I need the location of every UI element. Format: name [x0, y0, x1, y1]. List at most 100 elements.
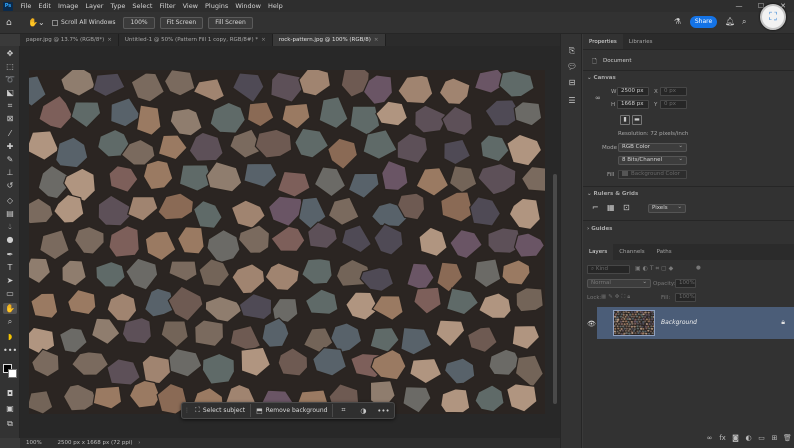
- marquee-tool-icon[interactable]: ⬚: [3, 61, 17, 72]
- menu-help[interactable]: Help: [264, 2, 286, 10]
- blend-mode-dropdown[interactable]: Normal: [587, 279, 651, 288]
- path-selection-icon[interactable]: ➤: [3, 275, 17, 286]
- rulers-grids-section-header[interactable]: ⌄ Rulers & Grids: [587, 191, 638, 197]
- vertical-scrollbar[interactable]: [553, 174, 557, 404]
- layer-name[interactable]: Background: [661, 319, 697, 326]
- brush-tool-icon[interactable]: ✎: [3, 154, 17, 165]
- eyedropper-tool-icon[interactable]: ⁄: [3, 128, 17, 139]
- x-field[interactable]: 0 px: [660, 87, 687, 96]
- adjustments-panel-icon[interactable]: ☰: [566, 96, 578, 106]
- visibility-eye-icon[interactable]: 👁︎: [587, 320, 596, 328]
- tab-channels[interactable]: Channels: [613, 244, 650, 260]
- lock-icons[interactable]: ▦✎✥⛶🔒︎: [601, 294, 632, 301]
- rectangle-tool-icon[interactable]: ▭: [3, 288, 17, 299]
- brush-panel-icon[interactable]: ⊟: [566, 78, 578, 88]
- zoom-percentage-button[interactable]: 100%: [123, 16, 155, 29]
- mode-dropdown[interactable]: RGB Color: [618, 143, 687, 152]
- flask-icon[interactable]: ⚗: [674, 17, 681, 27]
- tab-rock-pattern[interactable]: rock-pattern.jpg @ 100% (RGB/8) ×: [272, 34, 386, 46]
- layer-row-background[interactable]: Background 🔒︎: [597, 307, 794, 339]
- lock-icon[interactable]: 🔒︎: [781, 318, 785, 327]
- landscape-orientation-icon[interactable]: ▬: [632, 115, 642, 125]
- minimize-button[interactable]: —: [728, 0, 750, 12]
- pen-tool-icon[interactable]: ✒: [3, 249, 17, 260]
- blur-tool-icon[interactable]: 💧︎: [3, 221, 17, 232]
- menu-filter[interactable]: Filter: [156, 2, 179, 10]
- search-icon[interactable]: ⌕: [742, 17, 746, 27]
- tab-untitled[interactable]: Untitled-1 @ 50% (Pattern Fill 1 copy, R…: [119, 34, 273, 46]
- share-button[interactable]: Share: [690, 16, 717, 28]
- layer-kind-filter[interactable]: ⌕ Kind: [587, 265, 630, 274]
- menu-edit[interactable]: Edit: [35, 2, 55, 10]
- quick-mask-icon[interactable]: ◘: [3, 388, 17, 399]
- healing-brush-icon[interactable]: ✚: [3, 141, 17, 152]
- hand-tool-icon[interactable]: ✋⌄: [28, 18, 46, 27]
- filter-toggle-icon[interactable]: ●: [696, 265, 701, 271]
- gradient-tool-icon[interactable]: ▤: [3, 208, 17, 219]
- units-dropdown[interactable]: Pixels: [648, 204, 686, 213]
- canvas-area[interactable]: [20, 46, 560, 438]
- history-brush-icon[interactable]: ↺: [3, 180, 17, 191]
- bell-icon[interactable]: 🔔︎: [725, 17, 735, 27]
- history-panel-icon[interactable]: ⎘: [566, 46, 578, 56]
- edit-toolbar-icon[interactable]: ◗: [3, 331, 17, 342]
- crop-tool-icon[interactable]: ⌗: [3, 100, 17, 111]
- close-tab-icon[interactable]: ×: [107, 37, 112, 43]
- grid-icon[interactable]: ▦: [607, 203, 615, 212]
- y-field[interactable]: 0 px: [660, 100, 687, 109]
- opacity-field[interactable]: 100%: [675, 279, 696, 288]
- close-tab-icon[interactable]: ×: [374, 37, 379, 43]
- fit-screen-button[interactable]: Fit Screen: [159, 16, 204, 29]
- menu-plugins[interactable]: Plugins: [202, 2, 232, 10]
- more-tools-icon[interactable]: •••: [3, 345, 17, 356]
- adjustment-layer-icon[interactable]: ◐: [742, 434, 755, 446]
- delete-layer-icon[interactable]: 🗑︎: [781, 434, 794, 446]
- fx-icon[interactable]: fx: [716, 434, 729, 446]
- link-layers-icon[interactable]: ∞: [703, 434, 716, 446]
- adjustment-icon[interactable]: ◑: [353, 407, 373, 415]
- portrait-orientation-icon[interactable]: ▮: [620, 115, 630, 125]
- close-tab-icon[interactable]: ×: [261, 37, 266, 43]
- artboard-icon[interactable]: ⧉: [3, 418, 17, 429]
- lasso-tool-icon[interactable]: ➰: [3, 74, 17, 85]
- menu-type[interactable]: Type: [107, 2, 129, 10]
- height-field[interactable]: 1668 px: [617, 100, 649, 109]
- guides-section-header[interactable]: › Guides: [587, 226, 612, 232]
- profile-avatar-icon[interactable]: ⛶: [760, 4, 786, 30]
- zoom-tool-icon[interactable]: ⌕: [3, 316, 17, 327]
- tab-paper[interactable]: paper.jpg @ 13.7% (RGB/8*) ×: [20, 34, 119, 46]
- fill-opacity-field[interactable]: 100%: [675, 293, 696, 302]
- zoom-level[interactable]: 100%: [26, 440, 42, 446]
- clone-stamp-icon[interactable]: ⊥: [3, 167, 17, 178]
- scroll-all-windows-checkbox[interactable]: Scroll All Windows: [52, 19, 115, 26]
- menu-image[interactable]: Image: [54, 2, 81, 10]
- move-tool-icon[interactable]: ✥: [3, 48, 17, 59]
- crop-icon[interactable]: ⌗: [333, 406, 353, 415]
- new-group-icon[interactable]: ▭: [755, 434, 768, 446]
- guides-icon[interactable]: ⊡: [623, 203, 630, 212]
- new-layer-icon[interactable]: ⊞: [768, 434, 781, 446]
- select-subject-button[interactable]: ⛶ Select subject: [190, 404, 252, 417]
- frame-tool-icon[interactable]: ⊠: [3, 113, 17, 124]
- object-selection-icon[interactable]: ⬕: [3, 87, 17, 98]
- status-arrow-icon[interactable]: ›: [138, 440, 140, 446]
- tab-libraries[interactable]: Libraries: [623, 34, 659, 49]
- layer-filter-icons[interactable]: ▣◐T⌗▢◆: [635, 265, 675, 273]
- menu-view[interactable]: View: [179, 2, 201, 10]
- canvas-section-header[interactable]: ⌄ Canvas: [587, 75, 616, 81]
- more-options-button[interactable]: •••: [373, 407, 393, 415]
- link-icon[interactable]: ∞: [595, 94, 601, 102]
- eraser-tool-icon[interactable]: ◇: [3, 195, 17, 206]
- remove-background-button[interactable]: ⬒ Remove background: [251, 404, 334, 417]
- home-icon[interactable]: ⌂: [6, 18, 22, 28]
- dodge-tool-icon[interactable]: ●: [3, 234, 17, 245]
- menu-window[interactable]: Window: [232, 2, 265, 10]
- checkbox-box[interactable]: [52, 19, 58, 26]
- background-color-swatch[interactable]: [8, 369, 17, 378]
- tab-layers[interactable]: Layers: [583, 244, 614, 260]
- add-mask-icon[interactable]: ◙: [729, 434, 742, 446]
- rock-pattern-image[interactable]: [29, 70, 545, 414]
- fill-dropdown[interactable]: Background Color: [618, 170, 687, 179]
- hand-tool-icon[interactable]: ✋: [3, 303, 17, 314]
- comments-panel-icon[interactable]: 💬︎: [566, 62, 578, 72]
